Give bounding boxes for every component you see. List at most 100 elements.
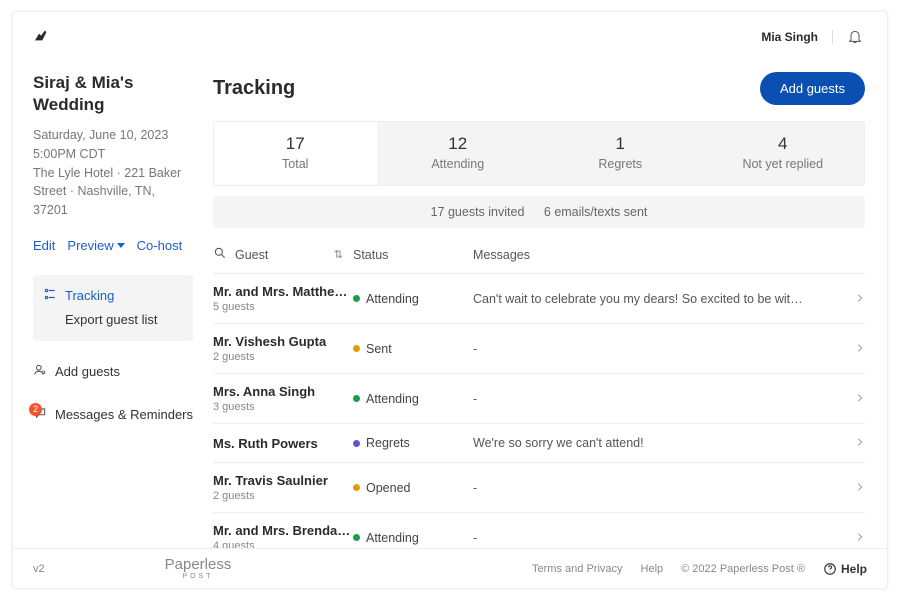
stat-value: 4 xyxy=(702,134,865,154)
guest-count: 4 guests xyxy=(213,540,353,548)
stat-label: Total xyxy=(214,157,377,171)
footer: v2 Paperless POST Terms and Privacy Help… xyxy=(13,548,887,588)
event-title: Siraj & Mia's Wedding xyxy=(33,72,193,116)
guest-message: - xyxy=(473,531,837,545)
footer-help-link[interactable]: Help xyxy=(641,563,664,575)
stat-tab-not-yet-replied[interactable]: 4 Not yet replied xyxy=(702,122,865,185)
summary-sent: 6 emails/texts sent xyxy=(544,205,648,219)
cohost-link[interactable]: Co-host xyxy=(137,238,183,253)
guest-message: - xyxy=(473,342,837,356)
page-title: Tracking xyxy=(213,77,295,100)
event-venue: The Lyle Hotel · 221 Baker Street · Nash… xyxy=(33,164,193,220)
event-time: 5:00PM CDT xyxy=(33,145,193,164)
chevron-right-icon xyxy=(837,479,865,497)
guest-count: 3 guests xyxy=(213,401,353,413)
guest-name: Mr. and Mrs. Brenda… xyxy=(213,523,353,538)
status-dot-icon xyxy=(353,395,360,402)
guest-row[interactable]: Ms. Ruth PowersRegretsWe're so sorry we … xyxy=(213,424,865,463)
messages-icon: 2 xyxy=(33,406,47,423)
current-user-name[interactable]: Mia Singh xyxy=(761,30,818,44)
status-dot-icon xyxy=(353,295,360,302)
column-guest-label[interactable]: Guest xyxy=(235,248,268,262)
footer-terms-link[interactable]: Terms and Privacy xyxy=(532,563,622,575)
guest-status: Opened xyxy=(353,481,473,495)
main-content: Tracking Add guests 17 Total12 Attending 1 R… xyxy=(207,62,887,548)
status-dot-icon xyxy=(353,345,360,352)
help-button-label: Help xyxy=(841,562,867,576)
stat-label: Regrets xyxy=(539,157,702,171)
guest-message: - xyxy=(473,392,837,406)
topbar: Mia Singh xyxy=(13,12,887,62)
stats-tabs: 17 Total12 Attending 1 Regrets4 Not yet repli… xyxy=(213,121,865,186)
chevron-right-icon xyxy=(837,434,865,452)
summary-invited: 17 guests invited xyxy=(431,205,525,219)
stat-tab-attending[interactable]: 12 Attending xyxy=(377,122,540,185)
guest-row[interactable]: Mrs. Anna Singh 3 guestsAttending- xyxy=(213,374,865,424)
footer-brand-sub: POST xyxy=(165,573,232,580)
sidebar: Siraj & Mia's Wedding Saturday, June 10,… xyxy=(13,62,207,548)
guest-count: 5 guests xyxy=(213,301,353,313)
guest-name: Mr. and Mrs. Matthe… xyxy=(213,284,353,299)
guest-row[interactable]: Mr. Vishesh Gupta2 guestsSent- xyxy=(213,324,865,374)
sidebar-item-add-guests[interactable]: Add guests xyxy=(33,359,193,384)
search-icon[interactable] xyxy=(213,246,227,263)
tracking-icon xyxy=(43,287,57,304)
guest-row[interactable]: Mr. and Mrs. Brenda… 4 guestsAttending- xyxy=(213,513,865,548)
sidebar-item-export-guest-list[interactable]: Export guest list xyxy=(65,308,183,331)
guest-name: Mr. Travis Saulnier xyxy=(213,473,353,488)
guest-status: Attending xyxy=(353,292,473,306)
status-dot-icon xyxy=(353,484,360,491)
chevron-right-icon xyxy=(837,340,865,358)
notifications-bell-icon[interactable] xyxy=(847,28,863,47)
guest-row[interactable]: Mr. Travis Saulnier 2 guestsOpened- xyxy=(213,463,865,513)
stat-tab-regrets[interactable]: 1 Regrets xyxy=(539,122,702,185)
guest-status: Attending xyxy=(353,531,473,545)
logo-bird-icon[interactable] xyxy=(33,27,49,48)
add-guest-icon xyxy=(33,363,47,380)
stat-value: 1 xyxy=(539,134,702,154)
messages-badge-count: 2 xyxy=(29,403,42,416)
sidebar-item-label: Messages & Reminders xyxy=(55,407,193,422)
sort-icon[interactable]: ⇅ xyxy=(334,248,343,261)
stat-tab-total[interactable]: 17 Total xyxy=(214,122,377,185)
footer-brand: Paperless POST xyxy=(165,557,232,580)
help-button[interactable]: Help xyxy=(823,562,867,576)
stat-label: Attending xyxy=(377,157,540,171)
status-dot-icon xyxy=(353,534,360,541)
sidebar-item-label: Export guest list xyxy=(65,312,158,327)
guest-message: We're so sorry we can't attend! xyxy=(473,436,837,450)
stat-value: 12 xyxy=(377,134,540,154)
column-status-label[interactable]: Status xyxy=(353,248,473,262)
status-dot-icon xyxy=(353,440,360,447)
guest-count: 2 guests xyxy=(213,490,353,502)
table-header-row: Guest ⇅ Status Messages xyxy=(213,240,865,274)
chevron-right-icon xyxy=(837,290,865,308)
event-date: Saturday, June 10, 2023 xyxy=(33,126,193,145)
footer-copyright: © 2022 Paperless Post ® xyxy=(681,563,805,575)
summary-bar: 17 guests invited 6 emails/texts sent xyxy=(213,196,865,228)
chevron-down-icon xyxy=(117,243,125,248)
preview-event-link[interactable]: Preview xyxy=(67,238,124,253)
guest-status: Regrets xyxy=(353,436,473,450)
sidebar-item-label: Add guests xyxy=(55,364,120,379)
edit-event-link[interactable]: Edit xyxy=(33,238,55,253)
sidebar-item-label: Tracking xyxy=(65,288,114,303)
sidebar-item-tracking[interactable]: Tracking xyxy=(43,283,183,308)
guest-status: Sent xyxy=(353,342,473,356)
preview-label: Preview xyxy=(67,238,113,253)
topbar-divider xyxy=(832,30,833,44)
guest-name: Ms. Ruth Powers xyxy=(213,436,353,451)
guest-message: Can't wait to celebrate you my dears! So… xyxy=(473,292,837,306)
guest-name: Mr. Vishesh Gupta xyxy=(213,334,353,349)
chevron-right-icon xyxy=(837,529,865,547)
sidebar-item-messages-reminders[interactable]: 2 Messages & Reminders xyxy=(33,402,193,427)
guest-row[interactable]: Mr. and Mrs. Matthe… 5 guestsAttendingCan… xyxy=(213,274,865,324)
footer-brand-name: Paperless xyxy=(165,556,232,573)
add-guests-button[interactable]: Add guests xyxy=(760,72,865,105)
guest-name: Mrs. Anna Singh xyxy=(213,384,353,399)
column-messages-label[interactable]: Messages xyxy=(473,248,837,262)
stat-label: Not yet replied xyxy=(702,157,865,171)
stat-value: 17 xyxy=(214,134,377,154)
guest-status: Attending xyxy=(353,392,473,406)
guest-message: - xyxy=(473,481,837,495)
